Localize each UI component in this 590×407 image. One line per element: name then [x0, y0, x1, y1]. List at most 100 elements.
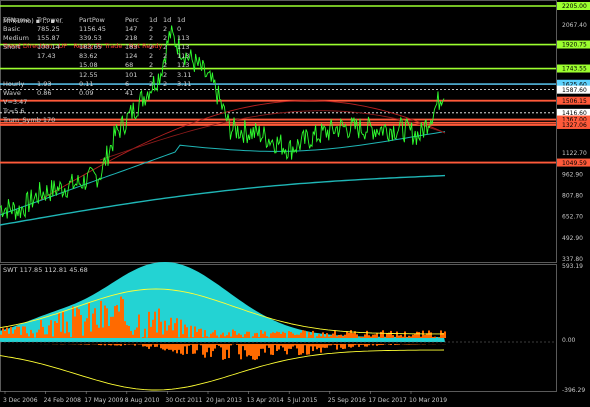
osc-orange-bar-neg: [212, 344, 214, 352]
osc-orange-bar-neg: [172, 344, 174, 352]
table-cell: 2: [149, 43, 154, 52]
table-cell: 3.11: [177, 70, 192, 79]
table-row: Hourly 1.93 0.11 6 2 2 3.11: [3, 80, 201, 89]
osc-orange-bar: [160, 321, 162, 338]
osc-orange-bar: [220, 334, 222, 338]
osc-orange-bar-neg: [128, 344, 130, 345]
osc-orange-bar-neg: [306, 344, 308, 355]
table-row: Short 100.14 183.65 183 2 2 113: [3, 43, 201, 52]
osc-orange-bar: [4, 330, 6, 338]
osc-orange-bar-neg: [178, 344, 180, 350]
table-cell: 0.09: [79, 88, 94, 97]
osc-orange-bar: [416, 331, 418, 338]
trend-power-table: TFName TrPower PartPow Perc 1d 1d 1d Bas…: [3, 16, 201, 125]
table-cell: 2: [163, 52, 168, 61]
osc-orange-bar-neg: [364, 344, 366, 347]
osc-orange-bar-neg: [322, 344, 324, 348]
osc-orange-bar-neg: [184, 344, 186, 347]
osc-orange-bar: [148, 311, 150, 338]
time-tick-label: 30 Oct 2011: [165, 397, 202, 404]
osc-orange-bar-neg: [134, 344, 136, 346]
osc-orange-bar-neg: [148, 344, 150, 349]
osc-orange-bar: [332, 333, 334, 338]
osc-orange-bar-neg: [280, 344, 282, 346]
osc-orange-bar-neg: [350, 344, 352, 348]
time-tick-label: 20 Jan 2013: [206, 397, 242, 404]
osc-orange-bar: [138, 314, 140, 338]
osc-orange-bar-neg: [368, 344, 370, 346]
osc-orange-bar-neg: [182, 344, 184, 355]
osc-orange-bar-neg: [376, 344, 378, 346]
osc-orange-bar: [76, 307, 78, 338]
osc-orange-bar-neg: [284, 344, 286, 351]
table-cell: 2: [163, 25, 168, 34]
osc-orange-bar-neg: [168, 344, 170, 350]
osc-orange-bar: [68, 332, 70, 338]
osc-orange-bar: [342, 336, 344, 338]
osc-orange-bar: [356, 334, 358, 338]
osc-orange-bar-neg: [390, 344, 392, 346]
table-header-cell: PartPow: [79, 16, 105, 24]
price-tick-label: 1327.06: [562, 122, 587, 129]
osc-orange-bar: [336, 336, 338, 338]
osc-orange-bar: [294, 334, 296, 338]
osc-orange-bar-neg: [344, 344, 346, 349]
osc-orange-bar: [124, 321, 126, 338]
table-cell: 0.11: [79, 79, 94, 88]
osc-orange-bar: [154, 311, 156, 338]
osc-orange-bar-neg: [228, 344, 230, 359]
osc-orange-bar: [244, 334, 246, 338]
osc-orange-bar-neg: [260, 344, 262, 349]
osc-orange-bar: [374, 334, 376, 338]
osc-orange-bar: [12, 333, 14, 338]
osc-orange-bar: [236, 334, 238, 338]
table-cell: 218: [125, 34, 138, 43]
osc-orange-bar-neg: [244, 344, 246, 351]
osc-orange-bar: [48, 325, 50, 338]
osc-orange-bar-neg: [348, 344, 350, 347]
osc-orange-bar: [434, 336, 436, 338]
osc-orange-bar: [362, 336, 364, 338]
osc-orange-bar-neg: [180, 344, 182, 354]
osc-orange-bar: [92, 313, 94, 338]
osc-orange-bar-neg: [246, 344, 248, 357]
table-cell: 124: [125, 52, 138, 61]
osc-orange-bar: [368, 335, 370, 338]
table-cell: 68: [125, 61, 134, 70]
table-cell: [3, 71, 37, 80]
osc-orange-bar-neg: [300, 344, 302, 355]
table-extra-line: Tr=5.6: [3, 106, 25, 115]
osc-orange-bar: [260, 330, 262, 338]
osc-orange-bar: [100, 300, 102, 338]
osc-orange-bar-neg: [276, 344, 278, 351]
osc-orange-bar: [18, 326, 20, 338]
osc-orange-bar-neg: [270, 344, 272, 355]
table-row: Wave 0.86 0.09 41: [3, 89, 201, 98]
osc-orange-bar: [372, 334, 374, 338]
table-header-cell: 1d: [163, 16, 172, 24]
osc-orange-bar: [118, 311, 120, 338]
osc-orange-bar: [32, 333, 34, 338]
table-row: 17.43 83.62 124 2 2 113: [3, 52, 201, 61]
table-header-cell: Perc: [125, 16, 139, 24]
time-tick-label: 25 Sep 2016: [328, 397, 366, 404]
time-tick-label: 17 May 2009: [84, 397, 123, 404]
osc-orange-bar-neg: [394, 344, 396, 345]
osc-orange-bar: [182, 334, 184, 338]
osc-orange-bar-neg: [248, 344, 250, 356]
osc-orange-bar: [302, 330, 304, 338]
table-header-cell: TrPower: [37, 16, 63, 24]
osc-orange-bar-neg: [210, 344, 212, 357]
table-cell: 339.53: [79, 34, 102, 43]
osc-orange-bar-neg: [342, 344, 344, 350]
osc-orange-bar-neg: [150, 344, 152, 347]
ma-slow-line: [0, 174, 446, 226]
osc-orange-bar-neg: [114, 344, 116, 346]
table-cell: Hourly: [3, 79, 25, 88]
table-cell: 155.87: [37, 34, 60, 43]
osc-orange-bar-neg: [310, 344, 312, 347]
osc-orange-bar-neg: [268, 344, 270, 348]
osc-orange-bar: [402, 336, 404, 338]
osc-orange-bar: [364, 334, 366, 338]
table-cell: [149, 89, 163, 98]
